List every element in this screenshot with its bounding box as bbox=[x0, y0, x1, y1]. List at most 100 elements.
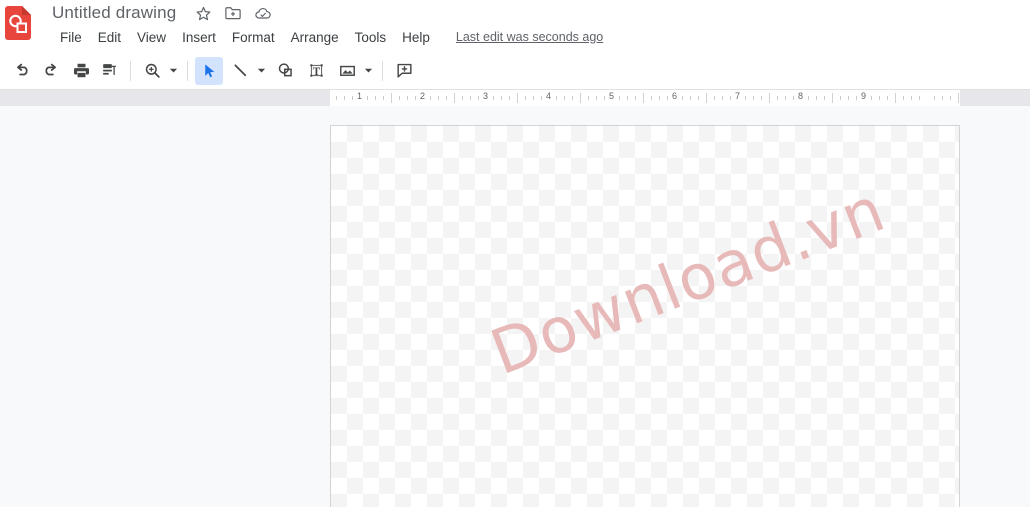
zoom-button[interactable] bbox=[138, 57, 166, 85]
ruler-minor-tick bbox=[438, 96, 440, 100]
ruler-minor-tick bbox=[887, 96, 889, 100]
ruler-minor-tick bbox=[847, 96, 849, 100]
add-comment-icon[interactable] bbox=[390, 57, 418, 85]
drawing-canvas[interactable]: Download.vn bbox=[330, 125, 960, 507]
menu-bar: File Edit View Insert Format Arrange Too… bbox=[52, 26, 603, 48]
ruler-number: 6 bbox=[671, 91, 677, 101]
menu-item-view[interactable]: View bbox=[129, 28, 174, 47]
menu-item-format[interactable]: Format bbox=[224, 28, 283, 47]
ruler-minor-tick bbox=[406, 96, 408, 100]
menu-item-insert[interactable]: Insert bbox=[174, 28, 224, 47]
ruler-major-tick bbox=[391, 93, 392, 103]
ruler-minor-tick bbox=[650, 96, 652, 100]
ruler-minor-tick bbox=[879, 96, 881, 100]
ruler-minor-tick bbox=[934, 96, 936, 100]
ruler-minor-tick bbox=[784, 96, 786, 100]
ruler-minor-tick bbox=[572, 96, 574, 100]
ruler-major-tick bbox=[580, 93, 581, 103]
image-tool-button[interactable] bbox=[333, 57, 361, 85]
ruler-minor-tick bbox=[398, 96, 400, 100]
ruler-major-tick bbox=[832, 93, 833, 103]
ruler-minor-tick bbox=[509, 96, 511, 100]
ruler-major-tick bbox=[643, 93, 644, 103]
ruler-number: 5 bbox=[608, 91, 614, 101]
menu-item-help[interactable]: Help bbox=[394, 28, 438, 47]
ruler-minor-tick bbox=[682, 96, 684, 100]
ruler-minor-tick bbox=[816, 96, 818, 100]
horizontal-ruler[interactable]: 1 2 3 4 5 6 7 8 9 bbox=[0, 90, 1030, 106]
menu-item-file[interactable]: File bbox=[52, 28, 90, 47]
ruler-minor-tick bbox=[532, 96, 534, 100]
ruler-minor-tick bbox=[839, 96, 841, 100]
ruler-minor-tick bbox=[658, 96, 660, 100]
ruler-minor-tick bbox=[627, 96, 629, 100]
select-tool-button[interactable] bbox=[195, 56, 223, 85]
ruler-minor-tick bbox=[556, 96, 558, 100]
title-action-icons bbox=[194, 4, 272, 22]
ruler-minor-tick bbox=[619, 96, 621, 100]
undo-button[interactable] bbox=[8, 57, 36, 85]
transparent-background-pattern bbox=[331, 126, 959, 507]
star-icon[interactable] bbox=[194, 4, 212, 22]
app-header: Untitled drawing File Edit View Insert F… bbox=[0, 0, 1030, 52]
ruler-minor-tick bbox=[461, 96, 463, 100]
ruler-major-tick bbox=[958, 93, 959, 103]
line-tool-button[interactable] bbox=[226, 57, 254, 85]
ruler-minor-tick bbox=[871, 96, 873, 100]
ruler-major-tick bbox=[769, 93, 770, 103]
ruler-minor-tick bbox=[824, 96, 826, 100]
ruler-major-tick bbox=[895, 93, 896, 103]
line-dropdown-caret[interactable] bbox=[254, 57, 268, 85]
ruler-minor-tick bbox=[761, 96, 763, 100]
google-drawings-window: Untitled drawing File Edit View Insert F… bbox=[0, 0, 1030, 507]
ruler-number: 2 bbox=[419, 91, 425, 101]
ruler-minor-tick bbox=[335, 96, 337, 100]
paint-format-button[interactable] bbox=[95, 57, 123, 85]
ruler-minor-tick bbox=[635, 96, 637, 100]
drawings-doc-icon[interactable] bbox=[5, 6, 31, 40]
shape-tool-button[interactable] bbox=[271, 57, 299, 85]
ruler-minor-tick bbox=[469, 96, 471, 100]
workspace[interactable]: Download.vn bbox=[0, 106, 1030, 507]
document-title[interactable]: Untitled drawing bbox=[52, 3, 176, 23]
toolbar: T bbox=[0, 52, 1030, 90]
ruler-minor-tick bbox=[776, 96, 778, 100]
ruler-minor-tick bbox=[698, 96, 700, 100]
ruler-minor-tick bbox=[446, 96, 448, 100]
ruler-minor-tick bbox=[808, 96, 810, 100]
text-box-button[interactable]: T bbox=[302, 57, 330, 85]
zoom-dropdown-caret[interactable] bbox=[166, 57, 180, 85]
print-button[interactable] bbox=[67, 57, 95, 85]
ruler-minor-tick bbox=[713, 96, 715, 100]
menu-item-edit[interactable]: Edit bbox=[90, 28, 129, 47]
ruler-track: 1 2 3 4 5 6 7 8 9 bbox=[330, 90, 960, 106]
ruler-number: 3 bbox=[482, 91, 488, 101]
redo-button[interactable] bbox=[36, 57, 64, 85]
ruler-minor-tick bbox=[595, 96, 597, 100]
cloud-saved-icon[interactable] bbox=[254, 4, 272, 22]
ruler-minor-tick bbox=[690, 96, 692, 100]
ruler-number: 1 bbox=[356, 91, 362, 101]
ruler-number: 8 bbox=[797, 91, 803, 101]
ruler-minor-tick bbox=[918, 96, 920, 100]
ruler-number: 9 bbox=[860, 91, 866, 101]
ruler-minor-tick bbox=[383, 96, 385, 100]
image-dropdown-caret[interactable] bbox=[361, 57, 375, 85]
ruler-number: 7 bbox=[734, 91, 740, 101]
ruler-major-tick bbox=[706, 93, 707, 103]
move-to-folder-icon[interactable] bbox=[224, 4, 242, 22]
ruler-minor-tick bbox=[375, 96, 377, 100]
title-row: Untitled drawing bbox=[52, 1, 272, 25]
ruler-minor-tick bbox=[587, 96, 589, 100]
ruler-minor-tick bbox=[501, 96, 503, 100]
last-edit-link[interactable]: Last edit was seconds ago bbox=[456, 30, 603, 44]
ruler-minor-tick bbox=[745, 96, 747, 100]
ruler-minor-tick bbox=[430, 96, 432, 100]
ruler-minor-tick bbox=[564, 96, 566, 100]
ruler-major-tick bbox=[517, 93, 518, 103]
ruler-minor-tick bbox=[753, 96, 755, 100]
ruler-minor-tick bbox=[721, 96, 723, 100]
menu-item-tools[interactable]: Tools bbox=[347, 28, 395, 47]
menu-item-arrange[interactable]: Arrange bbox=[283, 28, 347, 47]
ruler-minor-tick bbox=[910, 96, 912, 100]
